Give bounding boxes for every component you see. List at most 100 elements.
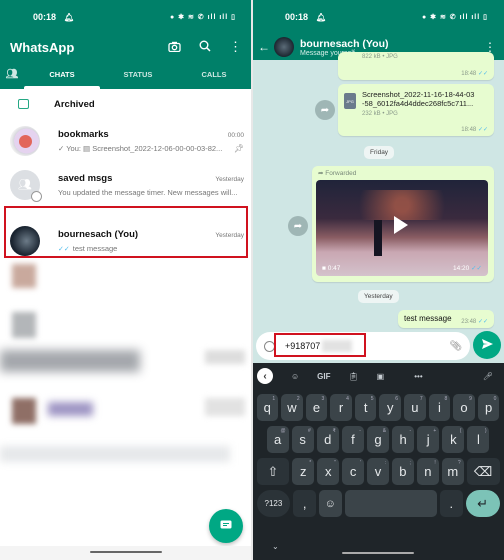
contact-avatar[interactable] bbox=[274, 37, 294, 57]
back-arrow-icon[interactable]: ← bbox=[258, 40, 270, 54]
key-e[interactable]: e3 bbox=[305, 394, 328, 421]
comma-key[interactable]: , bbox=[293, 490, 316, 517]
key-z[interactable]: z * bbox=[292, 458, 315, 485]
message-time: 18:48 bbox=[461, 127, 477, 133]
key-p[interactable]: p0 bbox=[477, 394, 500, 421]
key-label: s bbox=[299, 432, 306, 447]
new-chat-button[interactable] bbox=[209, 509, 243, 543]
key-label: i bbox=[438, 400, 441, 415]
message-bubble-text[interactable]: test message 23:48 ✓✓ bbox=[398, 310, 494, 328]
message-bubble-document[interactable]: JPG Screenshot_2022-11-16-18-44-03 -58_6… bbox=[338, 84, 494, 136]
key-j[interactable]: j + bbox=[417, 426, 440, 453]
key-h[interactable]: h- bbox=[392, 426, 415, 453]
key-x[interactable]: x " bbox=[317, 458, 340, 485]
avatar: 👥︎ bbox=[10, 170, 42, 202]
forward-icon: ➦ bbox=[293, 220, 303, 232]
key-s[interactable]: s # bbox=[291, 426, 314, 453]
translate-icon[interactable]: ▣ bbox=[377, 372, 385, 381]
symbols-key[interactable]: ?123 bbox=[256, 490, 291, 517]
key-t[interactable]: t5 bbox=[354, 394, 377, 421]
hide-keyboard-icon[interactable]: ⌄ bbox=[272, 542, 279, 551]
key-v[interactable]: v: bbox=[367, 458, 389, 485]
key-label: v bbox=[374, 464, 382, 479]
keyboard-toolbar: ‹ ☺ GIF 📋︎ ▣ ••• 🎤︎ bbox=[252, 363, 504, 389]
send-button[interactable] bbox=[473, 331, 501, 359]
key-k[interactable]: k( bbox=[442, 426, 465, 453]
chat-preview: ✓ You: ▤ Screenshot_2022-12-06-00-00-03-… bbox=[58, 144, 223, 153]
tab-calls[interactable]: CALLS bbox=[176, 70, 252, 79]
collapse-toolbar-button[interactable]: ‹ bbox=[257, 368, 273, 384]
key-n[interactable]: n! bbox=[416, 458, 439, 485]
conversation-screen: 00:18 🔔︎ ● ✱ ≋ ✆ ıll ıll ▯ ← bournesach … bbox=[252, 0, 504, 560]
home-handle[interactable] bbox=[90, 551, 162, 553]
chat-preview: You updated the message timer. New messa… bbox=[58, 188, 238, 197]
key-l[interactable]: l) bbox=[467, 426, 490, 453]
message-bubble-image[interactable]: 822 kB • JPG 18:48 ✓✓ bbox=[338, 52, 494, 80]
message-text: test message bbox=[404, 314, 452, 323]
key-a[interactable]: a @ bbox=[266, 426, 289, 453]
keyboard: ‹ ☺ GIF 📋︎ ▣ ••• 🎤︎ q1w2e3r4t5y6u7i8o9p0… bbox=[252, 363, 504, 560]
key-label: h bbox=[399, 432, 407, 447]
key-g[interactable]: g & bbox=[366, 426, 390, 453]
key-f[interactable]: f- bbox=[341, 426, 364, 453]
key-y[interactable]: y6 bbox=[379, 394, 402, 421]
key-q[interactable]: q1 bbox=[256, 394, 279, 421]
highlight-box bbox=[274, 333, 366, 357]
key-o[interactable]: o9 bbox=[453, 394, 475, 421]
microphone-icon[interactable]: 🎤︎ bbox=[483, 372, 493, 381]
key-m[interactable]: m? bbox=[441, 458, 464, 485]
enter-key[interactable]: ↵ bbox=[465, 490, 500, 517]
archived-row[interactable]: Archived bbox=[0, 89, 252, 119]
tab-status[interactable]: STATUS bbox=[100, 70, 176, 79]
chat-item-bookmarks[interactable]: bookmarks 00:00 ✓ You: ▤ Screenshot_2022… bbox=[0, 119, 252, 163]
shift-key[interactable]: ⇧ bbox=[256, 458, 290, 485]
sticker-icon[interactable]: ☺ bbox=[291, 372, 299, 381]
search-icon[interactable] bbox=[199, 40, 211, 55]
space-key[interactable] bbox=[344, 490, 438, 517]
key-hint: 5 bbox=[370, 396, 374, 402]
pin-icon: 📌︎ bbox=[233, 144, 244, 153]
key-u[interactable]: u7 bbox=[404, 394, 426, 421]
key-hint: ' bbox=[360, 460, 362, 466]
key-d[interactable]: d ₹ bbox=[316, 426, 339, 453]
highlight-box bbox=[4, 206, 248, 258]
contact-name[interactable]: bournesach (You) bbox=[300, 38, 388, 50]
more-options-icon[interactable]: ⋮ bbox=[229, 39, 242, 55]
status-bar: 00:18 🔔︎ ● ✱ ≋ ✆ ıll ıll ▯ bbox=[252, 0, 504, 34]
forward-button[interactable]: ➦ bbox=[315, 100, 335, 120]
key-hint: 3 bbox=[321, 396, 325, 402]
play-icon[interactable] bbox=[394, 216, 408, 234]
send-icon bbox=[481, 338, 493, 352]
key-label: t bbox=[363, 400, 368, 415]
communities-icon[interactable]: 👥︎ bbox=[0, 69, 24, 80]
clipboard-icon[interactable]: 📋︎ bbox=[349, 372, 359, 381]
key-hint: " bbox=[334, 460, 337, 466]
key-b[interactable]: b; bbox=[391, 458, 414, 485]
key-label: f bbox=[351, 432, 355, 447]
tab-bar: 👥︎ CHATS STATUS CALLS bbox=[0, 60, 252, 89]
gif-button[interactable]: GIF bbox=[317, 372, 330, 381]
home-handle[interactable] bbox=[342, 552, 414, 554]
key-i[interactable]: i8 bbox=[428, 394, 451, 421]
video-thumbnail[interactable]: ■ 0:47 14:20 ✓✓ bbox=[316, 180, 488, 276]
chat-list-screen: 00:18 🔔︎ ● ✱ ≋ ✆ ıll ıll ▯ WhatsApp ⋮ 👥︎… bbox=[0, 0, 252, 560]
more-tools-icon[interactable]: ••• bbox=[414, 372, 422, 381]
message-time: 14:20 bbox=[453, 265, 470, 272]
key-hint: 4 bbox=[346, 396, 349, 402]
period-key[interactable]: . bbox=[440, 490, 463, 517]
forward-button[interactable]: ➦ bbox=[288, 216, 308, 236]
key-label: w bbox=[287, 400, 297, 415]
key-hint: 1 bbox=[272, 396, 276, 402]
key-w[interactable]: w2 bbox=[281, 394, 303, 421]
archived-label: Archived bbox=[54, 98, 95, 110]
key-c[interactable]: c ' bbox=[342, 458, 365, 485]
emoji-key[interactable]: ☺ bbox=[318, 490, 342, 517]
key-hint: # bbox=[307, 428, 311, 434]
chat-item-saved-msgs[interactable]: 👥︎ saved msgs Yesterday You updated the … bbox=[0, 163, 252, 207]
attach-icon[interactable]: 📎︎ bbox=[449, 341, 462, 352]
message-bubble-video[interactable]: ➦ Forwarded ■ 0:47 14:20 ✓✓ bbox=[312, 166, 494, 282]
backspace-key[interactable]: ⌫ bbox=[466, 458, 500, 485]
tab-chats[interactable]: CHATS bbox=[24, 70, 100, 79]
camera-icon[interactable] bbox=[168, 40, 181, 55]
key-r[interactable]: r4 bbox=[330, 394, 352, 421]
